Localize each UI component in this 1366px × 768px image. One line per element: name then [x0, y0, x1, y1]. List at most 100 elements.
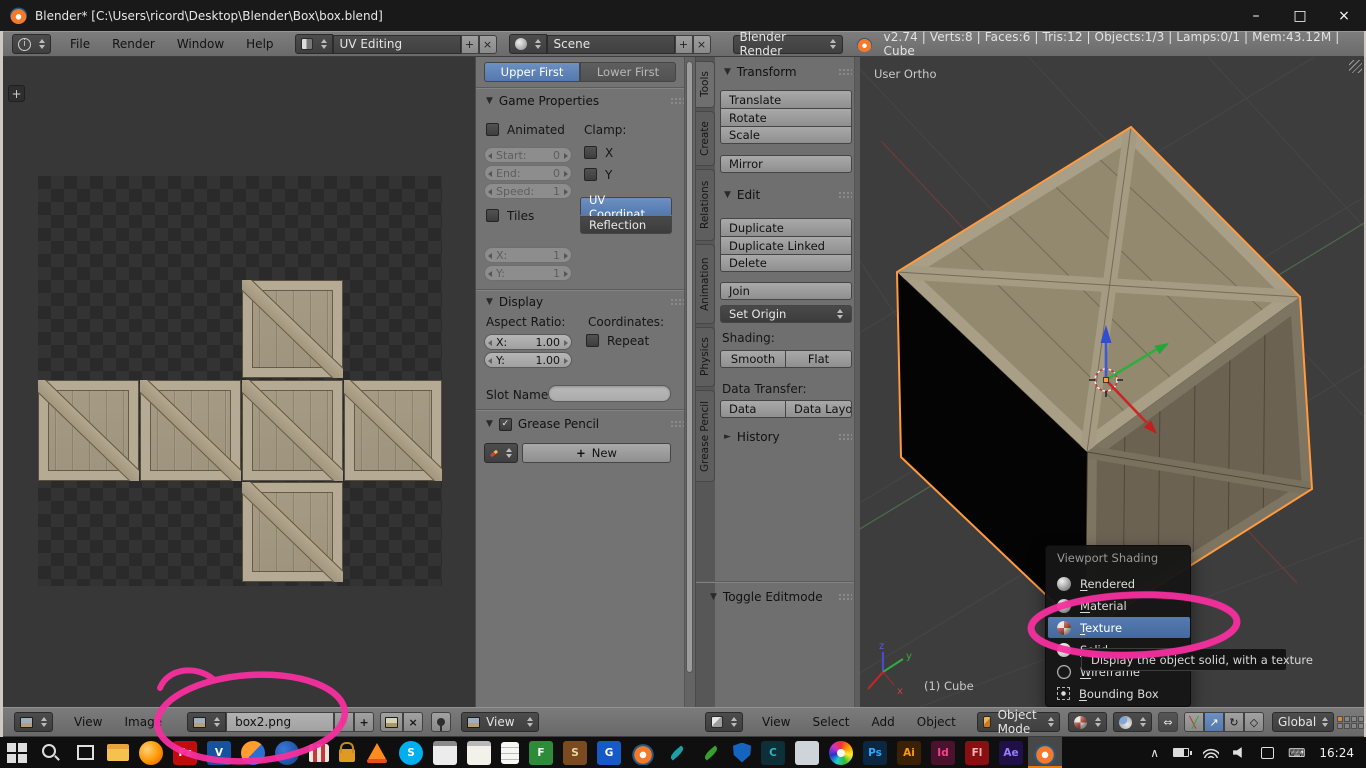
color-disc-icon[interactable] [829, 741, 853, 765]
slot-name-input[interactable] [548, 385, 671, 402]
start-slider[interactable]: Start:0 [484, 147, 572, 163]
render-engine-selector[interactable]: Blender Render [733, 35, 843, 54]
keyboard-icon[interactable]: ⌨ [1288, 746, 1305, 760]
mirror-button[interactable]: Mirror [720, 155, 852, 173]
tray-chevron-up-icon[interactable]: ∧ [1150, 746, 1159, 760]
menu-item-rendered[interactable]: Rendered [1048, 573, 1190, 594]
pivot-point-selector[interactable] [1113, 712, 1152, 732]
lock-app-icon[interactable] [339, 749, 355, 762]
layout-name-field[interactable]: UV Editing [333, 35, 461, 54]
delete-layout-button[interactable]: × [479, 35, 497, 54]
document-icon[interactable] [501, 742, 519, 764]
filezilla-icon[interactable]: Fz [173, 741, 197, 765]
scene-name-field[interactable]: Scene [547, 35, 675, 54]
rotate-manipulator-button[interactable]: ↻ [1224, 712, 1244, 732]
tiles-x-slider[interactable]: X:1 [484, 247, 572, 263]
skype-icon[interactable]: S [399, 741, 423, 765]
speed-slider[interactable]: Speed:1 [484, 183, 572, 199]
app-c-icon[interactable]: C [761, 741, 785, 765]
display-channels-selector[interactable]: View [461, 712, 538, 732]
translate-manipulator-button[interactable]: ↗ [1204, 712, 1224, 732]
uv-image-canvas[interactable] [38, 176, 442, 586]
tab-animation[interactable]: Animation [696, 244, 715, 324]
image-browse-button[interactable] [187, 712, 226, 732]
translate-button[interactable]: Translate [720, 90, 852, 108]
transform-orientation-selector[interactable]: Global [1272, 712, 1334, 732]
grease-pencil-datablock[interactable] [484, 443, 518, 463]
notes-icon[interactable] [467, 741, 491, 765]
delete-scene-button[interactable]: × [693, 35, 711, 54]
maximize-button[interactable]: □ [1278, 0, 1322, 31]
clamp-x-checkbox[interactable] [584, 146, 597, 159]
menu-object[interactable]: Object [906, 715, 967, 729]
pack-image-button[interactable] [380, 712, 403, 732]
history-panel-header[interactable]: ► History [724, 430, 852, 444]
rotate-button[interactable]: Rotate [720, 108, 852, 126]
aspect-x-slider[interactable]: X:1.00 [484, 334, 572, 350]
close-button[interactable]: × [1322, 0, 1366, 31]
axis-widget-icon[interactable]: ╲╱ [1184, 712, 1204, 732]
quill-green-icon[interactable] [699, 741, 723, 765]
app-gray-icon[interactable] [795, 741, 819, 765]
illustrator-icon[interactable]: Ai [897, 741, 921, 765]
join-button[interactable]: Join [720, 282, 852, 300]
app-bird-icon[interactable] [275, 741, 299, 765]
menu-image[interactable]: Image [113, 715, 173, 729]
uv-coordinates-button[interactable]: UV Coordinat... [580, 197, 672, 215]
quill-teal-icon[interactable] [665, 741, 689, 765]
editor-type-selector[interactable] [14, 712, 53, 732]
tiles-y-slider[interactable]: Y:1 [484, 265, 572, 281]
menu-item-bounding-box[interactable]: Bounding Box [1048, 683, 1190, 704]
menu-select[interactable]: Select [801, 715, 860, 729]
menu-help[interactable]: Help [235, 37, 284, 51]
menu-add[interactable]: Add [861, 715, 906, 729]
app-g-icon[interactable]: G [597, 741, 621, 765]
tab-lower-first[interactable]: Lower First [580, 62, 676, 82]
battery-icon[interactable] [1173, 748, 1189, 757]
fake-user-button[interactable]: F [334, 712, 354, 732]
tab-relations[interactable]: Relations [696, 169, 715, 241]
shade-flat-button[interactable]: Flat [786, 350, 852, 368]
scene-browse-button[interactable] [509, 34, 547, 54]
tab-physics[interactable]: Physics [696, 327, 715, 387]
menu-view[interactable]: View [751, 715, 801, 729]
animated-checkbox[interactable] [486, 123, 499, 136]
editor-type-selector[interactable]: i [12, 34, 51, 54]
wifi-icon[interactable] [1203, 747, 1219, 758]
edit-panel-header[interactable]: ▼ Edit [724, 188, 852, 202]
pin-button[interactable] [431, 712, 451, 732]
transform-panel-header[interactable]: ▼ Transform [724, 65, 852, 79]
game-properties-header[interactable]: ▼ Game Properties [486, 94, 684, 108]
editor-type-selector[interactable] [705, 712, 743, 732]
tab-tools[interactable]: Tools [696, 61, 715, 108]
start-button[interactable] [5, 741, 29, 765]
clamp-y-checkbox[interactable] [584, 168, 597, 181]
operator-redo-panel-header[interactable]: ▼ Toggle Editmode [710, 590, 852, 604]
app-orb-icon[interactable] [241, 741, 265, 765]
manipulator-toggle-button[interactable]: ⇔ [1158, 712, 1178, 732]
new-image-button[interactable]: + [354, 712, 374, 732]
grease-pencil-checkbox[interactable]: ✓ [499, 418, 512, 431]
duplicate-button[interactable]: Duplicate [720, 218, 852, 236]
search-icon[interactable] [39, 741, 63, 765]
app-v-icon[interactable]: V [207, 741, 231, 765]
popcorn-time-icon[interactable] [309, 744, 329, 762]
duplicate-linked-button[interactable]: Duplicate Linked [720, 236, 852, 254]
menu-item-texture[interactable]: Texture [1048, 617, 1190, 638]
calculator-icon[interactable] [433, 741, 457, 765]
region-expand-button[interactable]: + [8, 85, 25, 102]
menu-render[interactable]: Render [101, 37, 166, 51]
blender-active-icon[interactable] [1033, 741, 1057, 765]
data-layout-button[interactable]: Data Layo [786, 400, 852, 418]
shade-smooth-button[interactable]: Smooth [720, 350, 786, 368]
flash-icon[interactable]: Fl [965, 741, 989, 765]
region-corner-handle[interactable] [1349, 60, 1362, 73]
minimize-button[interactable]: – [1234, 0, 1278, 31]
uv-image-editor[interactable]: + [3, 57, 475, 707]
reflection-button[interactable]: Reflection [580, 216, 672, 234]
repeat-checkbox[interactable] [586, 334, 599, 347]
aspect-y-slider[interactable]: Y:1.00 [484, 352, 572, 368]
firefox-icon[interactable] [139, 741, 163, 765]
defender-shield-icon[interactable] [733, 743, 751, 763]
grease-pencil-new-button[interactable]: + New [522, 443, 671, 463]
